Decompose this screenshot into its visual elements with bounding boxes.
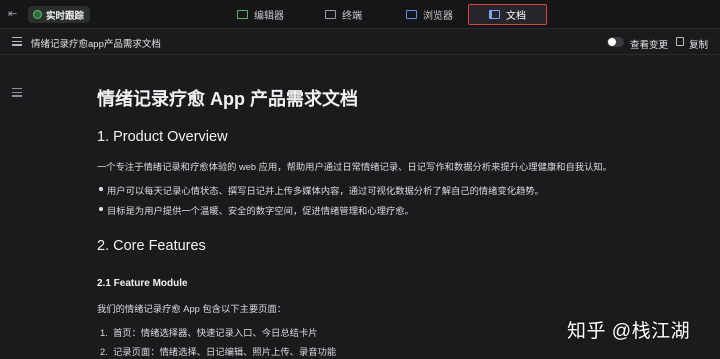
tab-browser[interactable]: 浏览器 (396, 5, 463, 24)
overview-paragraph: 一个专注于情绪记录和疗愈体验的 web 应用，帮助用户通过日常情绪记录、日记写作… (97, 162, 612, 172)
list-item: 2. 记录页面：情绪选择、日记编辑、照片上传、录音功能 (100, 344, 336, 358)
browser-icon (406, 10, 417, 19)
tab-terminal[interactable]: 终端 (315, 5, 372, 24)
tab-docs-label: 文档 (506, 11, 526, 22)
list-menu-icon[interactable] (12, 37, 22, 46)
tab-terminal-label: 终端 (342, 11, 362, 22)
terminal-icon (325, 10, 336, 19)
document-name: 情绪记录疗愈app产品需求文档 (31, 39, 161, 50)
top-tab-bar: ⇤ 实时跟踪 编辑器 终端 浏览器 文档 (0, 0, 720, 29)
list-item: 目标是为用户提供一个温暖、安全的数字空间，促进情绪管理和心理疗愈。 (99, 203, 414, 217)
view-changes-label[interactable]: 查看变更 (630, 37, 668, 51)
view-changes-toggle[interactable] (607, 37, 624, 47)
copy-button[interactable]: 复制 (689, 37, 708, 51)
tab-browser-label: 浏览器 (423, 11, 453, 22)
tab-editor-label: 编辑器 (254, 11, 284, 22)
section-heading-features: 2. Core Features (97, 238, 206, 254)
document-toolbar: 情绪记录疗愈app产品需求文档 查看变更 复制 (0, 29, 720, 55)
tab-editor[interactable]: 编辑器 (227, 5, 294, 24)
tab-docs[interactable]: 文档 (468, 4, 547, 25)
watermark: 知乎 @栈江湖 (567, 321, 691, 342)
subsection-heading-feature-module: 2.1 Feature Module (97, 278, 188, 289)
list-item: 1. 首页：情绪选择器、快速记录入口、今日总结卡片 (100, 325, 318, 339)
section-heading-overview: 1. Product Overview (97, 129, 228, 145)
live-tracking-button[interactable]: 实时跟踪 (28, 6, 91, 23)
live-tracking-label: 实时跟踪 (46, 10, 85, 22)
document-title: 情绪记录疗愈 App 产品需求文档 (97, 89, 358, 109)
outline-icon[interactable] (12, 88, 22, 97)
list-text: 记录页面：情绪选择、日记编辑、照片上传、录音功能 (113, 347, 337, 357)
list-number: 1. (100, 328, 108, 338)
editor-icon (237, 10, 248, 19)
collapse-left-icon[interactable]: ⇤ (8, 8, 21, 21)
list-number: 2. (100, 347, 108, 357)
list-item: 用户可以每天记录心情状态、撰写日记并上传多媒体内容，通过可视化数据分析了解自己的… (99, 183, 544, 197)
docs-icon (489, 10, 500, 19)
list-text: 首页：情绪选择器、快速记录入口、今日总结卡片 (113, 328, 318, 338)
live-indicator-icon (33, 10, 42, 19)
copy-icon[interactable] (676, 37, 684, 46)
features-paragraph: 我们的情绪记录疗愈 App 包含以下主要页面： (97, 304, 287, 314)
document-content: 情绪记录疗愈 App 产品需求文档 1. Product Overview 一个… (0, 55, 720, 359)
